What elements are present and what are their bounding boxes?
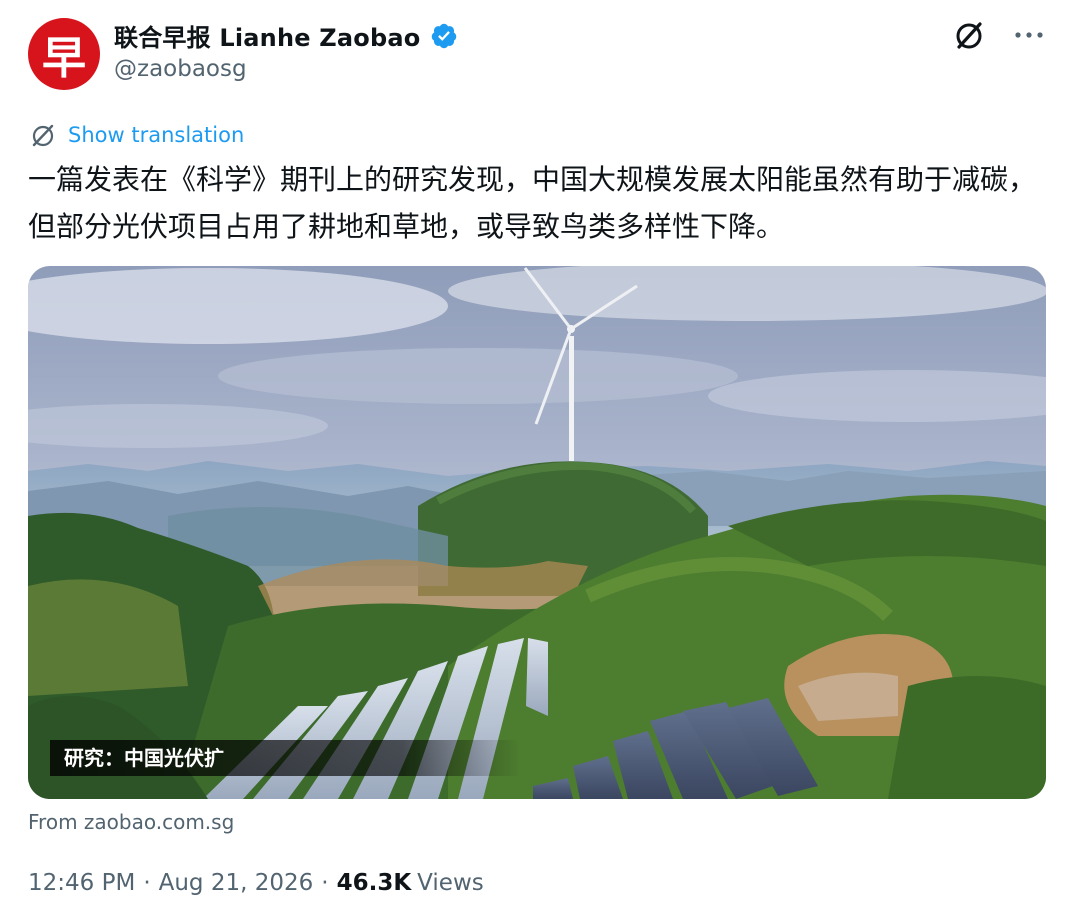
tweet-meta: 12:46 PM · Aug 21, 2026 · 46.3K Views [28,870,484,896]
translation-row: Show translation [30,122,244,148]
translate-icon [32,124,54,147]
image-caption: 研究：中国光伏扩 [50,740,520,776]
verified-badge-icon [432,23,457,48]
tweet-text: 一篇发表在《科学》期刊上的研究发现，中国大规模发展太阳能虽然有助于减碳，但部分光… [28,163,1037,243]
tweet-photo[interactable]: 研究：中国光伏扩 [28,266,1046,799]
author-handle[interactable]: @zaobaosg [114,56,247,82]
slashed-circle-icon [956,22,982,49]
views-count: 46.3K [336,870,412,896]
views-label: Views [417,870,484,896]
avatar[interactable]: 早 [28,18,100,90]
tweet-time[interactable]: 12:46 PM [28,870,135,896]
more-icon [1015,32,1043,38]
show-translation-link[interactable]: Show translation [68,123,244,147]
landscape-image [28,266,1046,799]
meta-separator: · [143,870,151,896]
display-name[interactable]: 联合早报 Lianhe Zaobao [114,18,420,53]
tweet-date[interactable]: Aug 21, 2026 [159,870,314,896]
meta-separator: · [321,870,329,896]
avatar-glyph: 早 [42,33,86,84]
grok-button[interactable] [952,18,986,52]
author-name-row: 联合早报 Lianhe Zaobao [114,18,458,53]
tweet-actions [952,18,1046,52]
more-options-button[interactable] [1012,18,1046,52]
source-link[interactable]: From zaobao.com.sg [28,810,234,834]
